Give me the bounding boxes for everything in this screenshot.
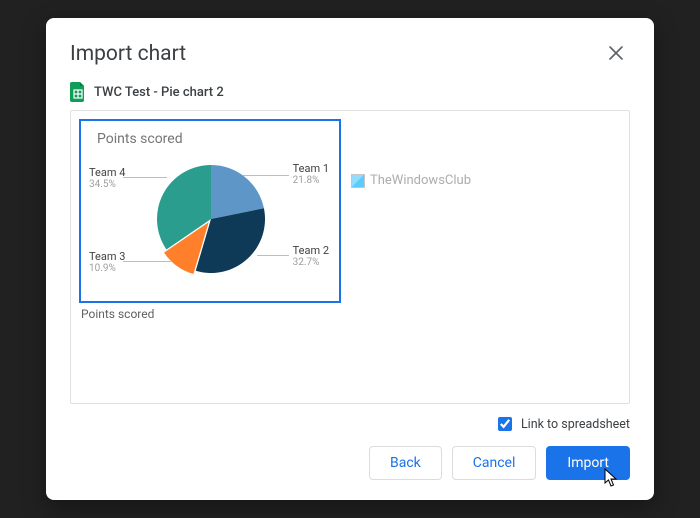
chart-title: Points scored — [97, 131, 331, 147]
import-button[interactable]: Import — [546, 446, 630, 480]
back-button[interactable]: Back — [369, 446, 442, 480]
slice-label-team1: Team 1 21.8% — [293, 163, 329, 187]
chart-caption: Points scored — [81, 307, 621, 321]
source-row: TWC Test - Pie chart 2 — [70, 82, 630, 102]
dialog-header: Import chart — [70, 40, 630, 68]
link-to-spreadsheet-option[interactable]: Link to spreadsheet — [494, 414, 630, 434]
chart-selection-area: Points scored Team 1 21.8% Team 2 — [70, 110, 630, 404]
slice-label-team3: Team 3 10.9% — [89, 251, 125, 275]
watermark-text: TheWindowsClub — [370, 173, 471, 188]
slice-label-team4: Team 4 34.5% — [89, 167, 125, 191]
pie-chart: Team 1 21.8% Team 2 32.7% Team 3 10.9% T… — [89, 153, 333, 293]
cancel-button[interactable]: Cancel — [452, 446, 537, 480]
dialog-title: Import chart — [70, 42, 186, 66]
sheets-icon — [70, 82, 86, 102]
source-file-name: TWC Test - Pie chart 2 — [94, 85, 224, 100]
link-to-spreadsheet-label: Link to spreadsheet — [521, 417, 630, 432]
dialog-footer: Link to spreadsheet Back Cancel Import — [70, 414, 630, 480]
pie-graphic — [155, 163, 267, 275]
watermark: TheWindowsClub — [351, 173, 471, 188]
import-chart-dialog: Import chart TWC Test - Pie chart 2 Poin… — [46, 18, 654, 500]
close-button[interactable] — [602, 40, 630, 68]
slice-label-team2: Team 2 32.7% — [293, 245, 329, 269]
watermark-icon — [351, 174, 365, 188]
button-row: Back Cancel Import — [369, 446, 630, 480]
chart-thumbnail[interactable]: Points scored Team 1 21.8% Team 2 — [79, 119, 341, 303]
link-to-spreadsheet-checkbox[interactable] — [498, 417, 512, 431]
close-icon — [609, 44, 623, 65]
